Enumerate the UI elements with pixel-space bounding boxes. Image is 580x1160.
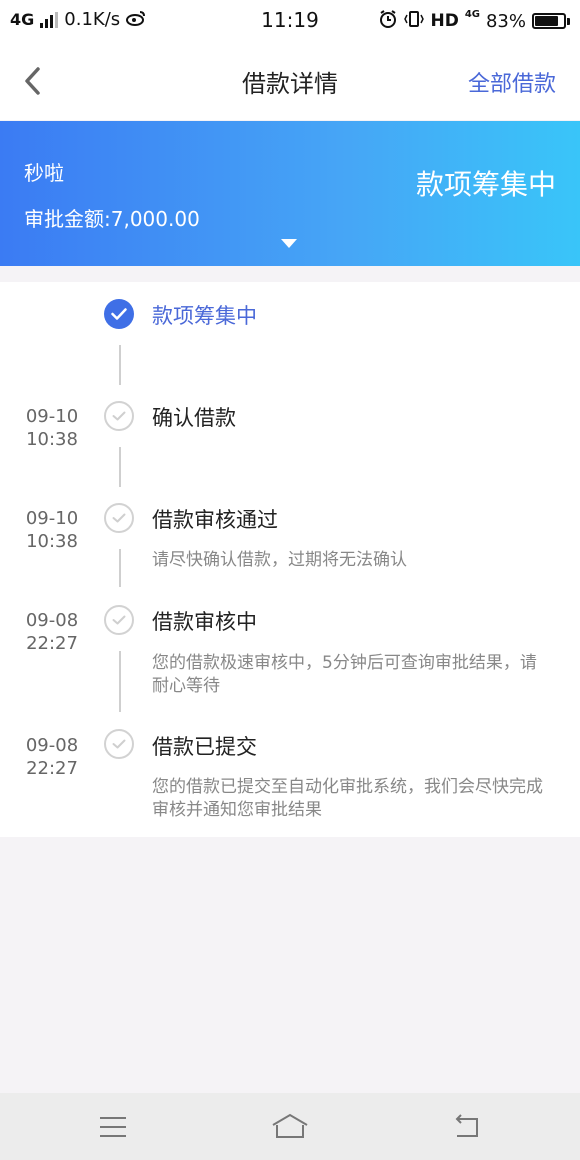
approved-amount: 审批金额:7,000.00 [24, 207, 200, 231]
loan-status: 款项筹集中 [415, 168, 556, 201]
expand-caret-icon[interactable] [281, 239, 297, 248]
check-circle-icon [104, 605, 134, 635]
all-loans-link[interactable]: 全部借款 [468, 66, 556, 98]
timeline-date: 09-10 [25, 406, 79, 427]
timeline-title: 借款审核通过 [152, 508, 278, 532]
timeline-date: 09-10 [25, 508, 79, 529]
back-button[interactable] [18, 64, 48, 98]
alarm-icon [378, 9, 398, 33]
timeline-title: 借款已提交 [152, 735, 257, 759]
check-circle-icon [104, 729, 134, 759]
home-icon [272, 1113, 308, 1138]
net-4g-label: 4G [464, 9, 480, 20]
timeline-connector [119, 651, 121, 712]
back-nav-button[interactable] [445, 1109, 489, 1145]
chevron-left-icon [25, 67, 40, 95]
check-circle-active-icon [104, 299, 134, 329]
check-circle-icon [104, 401, 134, 431]
timeline-date: 09-08 [25, 610, 79, 631]
loan-banner: 秒啦 审批金额:7,000.00 款项筹集中 [0, 121, 580, 266]
timeline-date: 09-08 [25, 735, 79, 756]
timeline-title: 款项筹集中 [152, 304, 257, 328]
back-icon [455, 1114, 478, 1137]
status-bar: 4G 0.1K/s 11:19 HD 4G 83% [0, 0, 580, 42]
timeline-description: 您的借款极速审核中，5分钟后可查询审批结果，请耐心等待 [152, 653, 537, 696]
battery-icon [532, 13, 570, 29]
timeline-title: 借款审核中 [152, 610, 257, 634]
timeline-time: 22:27 [26, 758, 78, 779]
timeline-connector [119, 549, 121, 587]
battery-percent: 83% [485, 10, 526, 32]
hd-label: HD [430, 11, 459, 31]
timeline-connector [119, 447, 121, 487]
timeline-connector [119, 345, 121, 385]
page-header: 借款详情 全部借款 [0, 42, 580, 120]
timeline-title: 确认借款 [152, 406, 236, 430]
menu-button[interactable] [91, 1109, 135, 1145]
check-circle-icon [104, 503, 134, 533]
menu-icon [100, 1117, 126, 1137]
lender-name: 秒啦 [24, 161, 64, 185]
timeline-description: 请尽快确认借款，过期将无法确认 [152, 550, 407, 570]
system-nav-bar [0, 1093, 580, 1160]
timeline-time: 10:38 [26, 429, 78, 450]
timeline-time: 10:38 [26, 531, 78, 552]
status-right: HD 4G 83% [378, 9, 570, 33]
loan-timeline: 款项筹集中 09-10 10:38 确认借款 09-10 10:38 借款审核通… [0, 282, 580, 837]
vibrate-icon [404, 9, 425, 33]
timeline-description: 您的借款已提交至自动化审批系统，我们会尽快完成审核并通知您审批结果 [152, 777, 543, 820]
timeline-time: 22:27 [26, 633, 78, 654]
home-button[interactable] [268, 1109, 312, 1145]
